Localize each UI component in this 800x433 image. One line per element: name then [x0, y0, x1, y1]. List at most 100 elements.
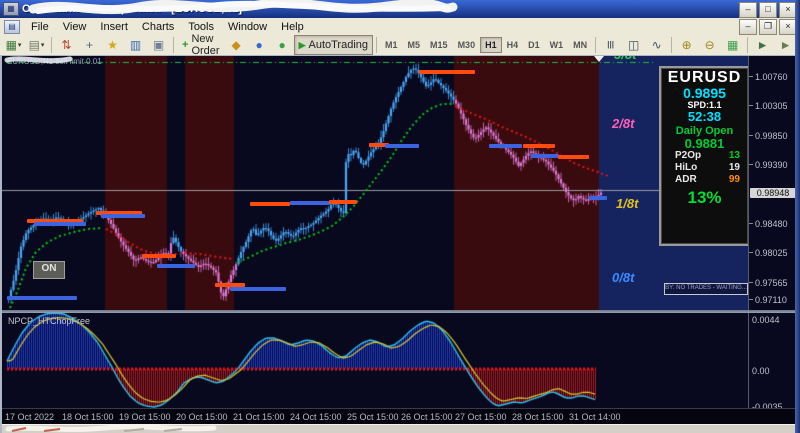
menu-window[interactable]: Window [221, 20, 274, 34]
panel-price: 0.9895 [683, 85, 726, 101]
panel-row-adr: ADR 99 [661, 174, 748, 186]
menu-view[interactable]: View [56, 20, 94, 34]
new-order-button[interactable]: + New Order [177, 33, 225, 57]
profiles-button[interactable]: ▤ ▾ [25, 35, 48, 55]
dropdown-arrow-icon: ▾ [17, 42, 22, 49]
price-axis[interactable]: 1.00760 1.00305 0.99850 0.99390 0.98480 0.980… [748, 56, 798, 412]
menu-help[interactable]: Help [274, 20, 311, 34]
toolbar: ▦ ▾ ▤ ▾ ⇅ + ★ ▥ ▣ + New Order ◆ ● ● ▶ AutoTrading M1 M5 M1… [0, 33, 800, 57]
resistance-segment [558, 155, 589, 159]
timeframe-m15[interactable]: M15 [425, 37, 453, 53]
price-tick [749, 105, 753, 106]
price-label: 0.98480 [755, 219, 788, 229]
timeframe-m30[interactable]: M30 [453, 37, 481, 53]
price-tick [749, 135, 753, 136]
zoom-in-button[interactable]: ⊕ [675, 35, 698, 55]
crosshair-button[interactable]: + [78, 35, 101, 55]
resistance-segment [419, 70, 475, 74]
timeframe-h1[interactable]: H1 [480, 37, 502, 53]
time-label: 20 Oct 15:00 [176, 412, 228, 422]
symbol-label: EURUSD,H1 sell limit 0.01 [7, 57, 102, 66]
tile-windows-button[interactable]: ▦ [721, 35, 744, 55]
chart-line-button[interactable]: ∿ [645, 35, 668, 55]
strategy-tester-icon: ▣ [152, 38, 165, 52]
navigator-button[interactable]: ★ [101, 35, 124, 55]
time-label: 25 Oct 15:00 [347, 412, 399, 422]
panel-row-label: P2Op [675, 150, 702, 161]
market-watch-button[interactable]: ⇅ [55, 35, 78, 55]
panel-row-hilo: HiLo 19 [661, 162, 748, 174]
indicator-panel[interactable]: NPCP_HTChopFree [2, 313, 748, 408]
support-segment [589, 196, 607, 200]
toolbar-separator [51, 37, 52, 53]
child-window-controls: – ❐ × [739, 19, 797, 35]
resistance-segment [329, 200, 357, 204]
auto-scroll-button[interactable]: ► [751, 35, 774, 55]
timeframe-h4[interactable]: H4 [502, 37, 524, 53]
auto-scroll-icon: ► [756, 38, 769, 52]
menu-file[interactable]: File [24, 20, 56, 34]
chart-shift-button[interactable]: ► [774, 35, 797, 55]
window-controls: – □ × [739, 2, 797, 18]
price-chart-canvas[interactable] [2, 56, 748, 310]
statusbar-scribble [5, 425, 217, 432]
panel-daily-open-value: 0.9881 [684, 136, 725, 151]
strategy-tester-button[interactable]: ▣ [147, 35, 170, 55]
time-axis[interactable]: 17 Oct 2022 18 Oct 15:00 19 Oct 15:00 20 Oc… [2, 408, 797, 425]
toolbar-separator [595, 37, 597, 53]
price-label: 0.97565 [755, 278, 788, 288]
web-support-button[interactable]: ● [271, 35, 294, 55]
menu-charts[interactable]: Charts [135, 20, 181, 34]
mt4-window: ▦ Octa Markets Incorporated - [EURUSD,H1… [0, 0, 800, 433]
zoom-in-icon: ⊕ [681, 38, 692, 52]
terminal-icon: ▥ [129, 38, 142, 52]
timeframe-m1[interactable]: M1 [380, 37, 403, 53]
timeframe-m5[interactable]: M5 [403, 37, 426, 53]
terminal-button[interactable]: ▥ [124, 35, 147, 55]
menu-tools[interactable]: Tools [181, 20, 221, 34]
maximize-button[interactable]: □ [759, 2, 777, 18]
murrey-label-3-8t: 3/8t [614, 56, 636, 62]
panel-row-value: 19 [728, 162, 740, 173]
new-order-plus-icon: + [182, 39, 189, 51]
new-chart-icon: ▦ [5, 38, 17, 52]
chart-bars-button[interactable]: ||| [599, 35, 622, 55]
indicator-scale-label: 0.0044 [752, 315, 780, 325]
child-restore-button[interactable]: ❐ [759, 19, 777, 35]
toolbar-separator [376, 37, 378, 53]
support-segment [489, 144, 522, 148]
menu-items: File View Insert Charts Tools Window Help [24, 20, 311, 34]
time-label: 26 Oct 15:00 [401, 412, 453, 422]
timeframe-w1[interactable]: W1 [545, 37, 569, 53]
history-center-button[interactable]: ◆ [225, 35, 248, 55]
tile-windows-icon: ▦ [726, 38, 739, 52]
price-tick [749, 164, 753, 165]
indicator-canvas[interactable] [2, 313, 748, 408]
toolbar-separator [747, 37, 749, 53]
menu-insert[interactable]: Insert [93, 20, 135, 34]
window-title: Octa Markets Incorporated - [EURUSD,H1] [22, 3, 243, 15]
global-variables-button[interactable]: ● [248, 35, 271, 55]
panel-candle-timer: 52:38 [687, 109, 722, 124]
minimize-button[interactable]: – [739, 2, 757, 18]
chart-candles-button[interactable]: ◫ [622, 35, 645, 55]
zoom-out-icon: ⊖ [704, 38, 715, 52]
main-chart[interactable]: EURUSD,H1 sell limit 0.01 ON EURUSD 0.98… [2, 56, 748, 310]
timeframe-mn[interactable]: MN [568, 37, 592, 53]
on-toggle-button[interactable]: ON [33, 261, 65, 279]
support-segment [290, 201, 330, 205]
app-icon: ▦ [3, 2, 19, 16]
indicator-scale-label: 0.00 [752, 366, 770, 376]
autotrading-button[interactable]: ▶ AutoTrading [293, 35, 374, 55]
autotrading-play-icon: ▶ [298, 39, 306, 50]
zoom-out-button[interactable]: ⊖ [698, 35, 721, 55]
timeframe-d1[interactable]: D1 [523, 37, 545, 53]
price-tick [749, 76, 753, 77]
child-minimize-button[interactable]: – [739, 19, 757, 35]
time-label: 27 Oct 15:00 [455, 412, 507, 422]
crosshair-icon: + [85, 38, 93, 52]
panel-adr-percent: 13% [687, 188, 722, 207]
panel-row-value: 99 [728, 174, 740, 185]
indicator-name: NPCP_HTChopFree [8, 316, 91, 326]
new-chart-button[interactable]: ▦ ▾ [2, 35, 25, 55]
